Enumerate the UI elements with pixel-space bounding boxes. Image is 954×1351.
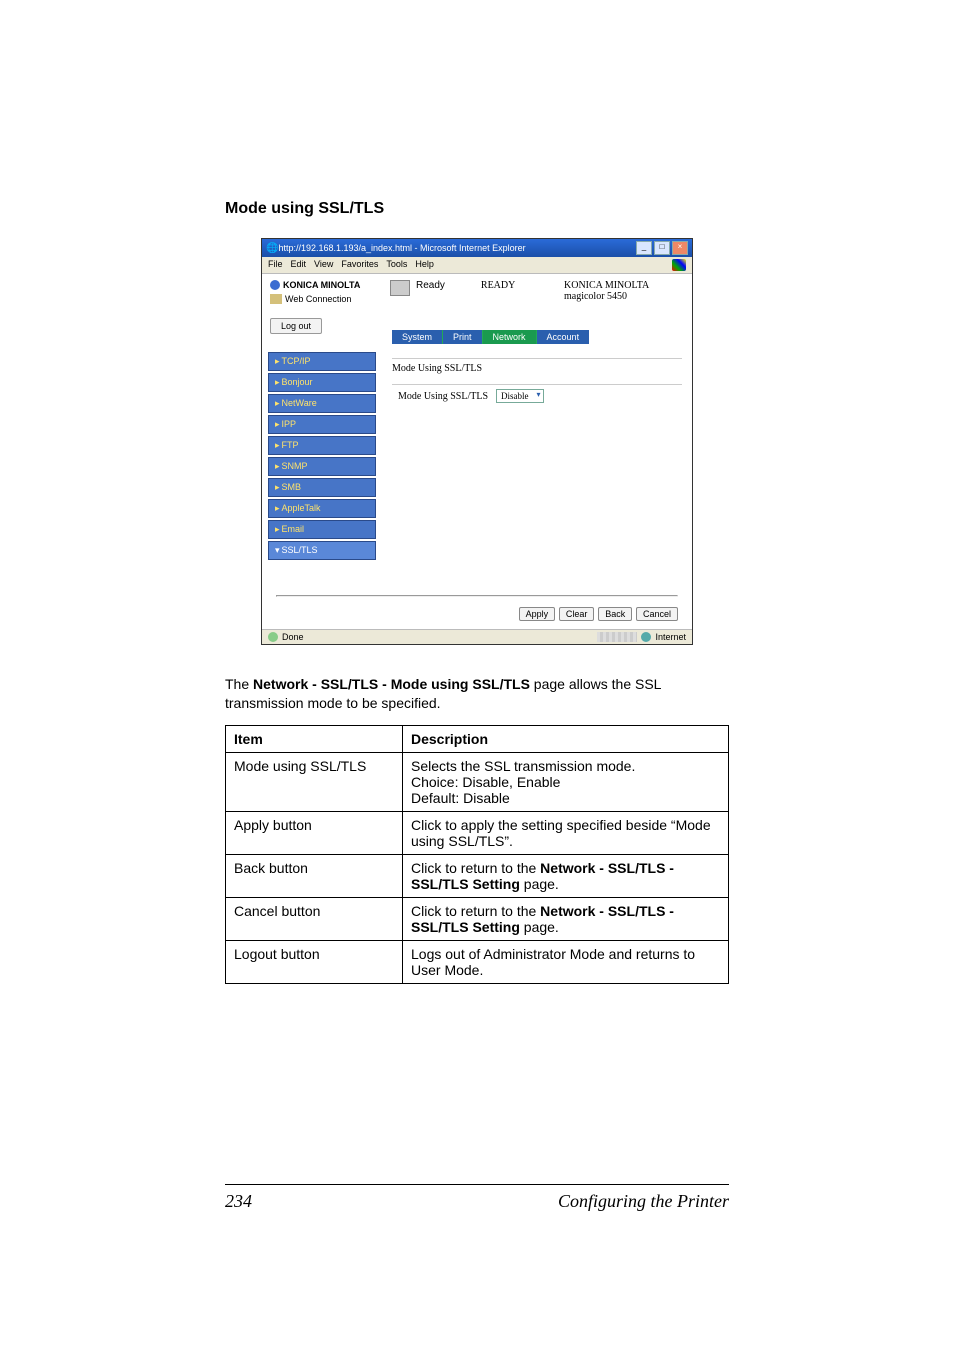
done-icon xyxy=(268,632,278,642)
description-table: Item Description Mode using SSL/TLS Sele… xyxy=(225,725,729,984)
cell-item: Apply button xyxy=(226,811,403,854)
table-header-row: Item Description xyxy=(226,725,729,752)
clear-button[interactable]: Clear xyxy=(559,607,595,621)
cell-desc: Click to return to the Network - SSL/TLS… xyxy=(403,854,729,897)
printer-icon xyxy=(390,280,410,296)
cell-item: Cancel button xyxy=(226,897,403,940)
intro-paragraph: The Network - SSL/TLS - Mode using SSL/T… xyxy=(225,675,729,713)
close-icon[interactable]: × xyxy=(672,241,688,255)
tab-account[interactable]: Account xyxy=(537,330,590,344)
menu-favorites[interactable]: Favorites xyxy=(341,259,378,271)
pagescope-icon xyxy=(270,294,282,304)
table-row: Apply button Click to apply the setting … xyxy=(226,811,729,854)
device-brand: KONICA MINOLTA xyxy=(564,280,684,291)
sidebar-item-snmp[interactable]: ▸SNMP xyxy=(268,457,376,476)
screenshot-image: 🌐 http://192.168.1.193/a_index.html - Mi… xyxy=(261,238,693,645)
form-label: Mode Using SSL/TLS xyxy=(398,391,488,402)
sidebar-item-ftp[interactable]: ▸FTP xyxy=(268,436,376,455)
browser-statusbar: Done Internet xyxy=(262,629,692,644)
table-row: Logout button Logs out of Administrator … xyxy=(226,940,729,983)
sidebar-item-bonjour[interactable]: ▸Bonjour xyxy=(268,373,376,392)
page-number: 234 xyxy=(225,1191,252,1212)
brand-text: KONICA MINOLTA xyxy=(283,280,360,290)
table-row: Cancel button Click to return to the Net… xyxy=(226,897,729,940)
sidebar-item-ssltls[interactable]: ▾SSL/TLS xyxy=(268,541,376,560)
minimize-icon[interactable]: _ xyxy=(636,241,652,255)
panel-title: Mode Using SSL/TLS xyxy=(392,363,682,374)
sidebar-item-tcpip[interactable]: ▸TCP/IP xyxy=(268,352,376,371)
cell-desc: Logs out of Administrator Mode and retur… xyxy=(403,940,729,983)
sidebar-item-smb[interactable]: ▸SMB xyxy=(268,478,376,497)
cell-desc: Click to return to the Network - SSL/TLS… xyxy=(403,897,729,940)
status-done: Done xyxy=(282,632,304,642)
browser-menubar: File Edit View Favorites Tools Help xyxy=(262,257,692,274)
menu-edit[interactable]: Edit xyxy=(291,259,307,271)
brand-dot-icon xyxy=(270,280,280,290)
menu-tools[interactable]: Tools xyxy=(386,259,407,271)
sidebar-item-appletalk[interactable]: ▸AppleTalk xyxy=(268,499,376,518)
cancel-button[interactable]: Cancel xyxy=(636,607,678,621)
cell-item: Back button xyxy=(226,854,403,897)
logout-button[interactable]: Log out xyxy=(270,318,322,334)
th-item: Item xyxy=(226,725,403,752)
tab-network[interactable]: Network xyxy=(483,330,537,344)
brand-logo: KONICA MINOLTA xyxy=(270,280,390,290)
sidebar-item-netware[interactable]: ▸NetWare xyxy=(268,394,376,413)
maximize-icon[interactable]: □ xyxy=(654,241,670,255)
page-header: KONICA MINOLTA Web Connection Ready READ… xyxy=(262,274,692,308)
sidebar: ▸TCP/IP ▸Bonjour ▸NetWare ▸IPP ▸FTP ▸SNM… xyxy=(262,348,382,582)
back-button[interactable]: Back xyxy=(598,607,632,621)
menu-file[interactable]: File xyxy=(268,259,283,271)
menu-view[interactable]: View xyxy=(314,259,333,271)
window-title: http://192.168.1.193/a_index.html - Micr… xyxy=(278,243,636,253)
cell-desc: Click to apply the setting specified bes… xyxy=(403,811,729,854)
table-row: Back button Click to return to the Netwo… xyxy=(226,854,729,897)
cell-item: Mode using SSL/TLS xyxy=(226,752,403,811)
tab-print[interactable]: Print xyxy=(443,330,483,344)
button-row: Apply Clear Back Cancel xyxy=(262,582,692,629)
internet-zone-icon xyxy=(641,632,651,642)
cell-desc: Selects the SSL transmission mode. Choic… xyxy=(403,752,729,811)
sidebar-item-email[interactable]: ▸Email xyxy=(268,520,376,539)
mode-select[interactable]: Disable xyxy=(496,389,544,403)
page-footer: 234 Configuring the Printer xyxy=(225,1184,729,1212)
sidebar-item-ipp[interactable]: ▸IPP xyxy=(268,415,376,434)
status-zone: Internet xyxy=(655,632,686,642)
menu-help[interactable]: Help xyxy=(415,259,434,271)
footer-title: Configuring the Printer xyxy=(558,1191,729,1212)
table-row: Mode using SSL/TLS Selects the SSL trans… xyxy=(226,752,729,811)
ie-icon: 🌐 xyxy=(266,243,278,254)
windows-flag-icon xyxy=(672,259,686,271)
apply-button[interactable]: Apply xyxy=(519,607,556,621)
tab-system[interactable]: System xyxy=(392,330,443,344)
printer-status-value: READY xyxy=(481,280,515,291)
tab-bar: System Print Network Account xyxy=(262,330,692,344)
printer-ready-label: Ready xyxy=(416,280,445,291)
device-model: magicolor 5450 xyxy=(564,291,684,302)
web-connection-label: Web Connection xyxy=(285,294,351,304)
status-grip xyxy=(597,632,637,642)
window-titlebar: 🌐 http://192.168.1.193/a_index.html - Mi… xyxy=(262,239,692,257)
main-panel: Mode Using SSL/TLS Mode Using SSL/TLS Di… xyxy=(382,348,692,582)
section-heading: Mode using SSL/TLS xyxy=(225,200,729,218)
th-description: Description xyxy=(403,725,729,752)
cell-item: Logout button xyxy=(226,940,403,983)
